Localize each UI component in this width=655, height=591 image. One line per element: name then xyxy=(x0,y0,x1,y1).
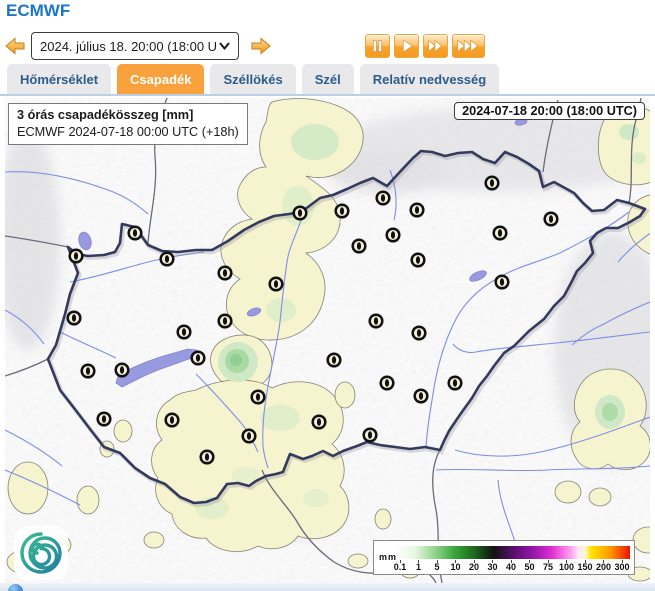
chevron-down-icon xyxy=(217,42,238,50)
legend-tick-label: 30 xyxy=(487,562,497,572)
station-symbol xyxy=(116,364,129,377)
next-time-button[interactable] xyxy=(249,34,273,58)
play-icon xyxy=(395,34,418,58)
station-symbol xyxy=(377,192,390,205)
station-symbol xyxy=(413,327,426,340)
station-symbol xyxy=(313,416,326,429)
parameter-tabs: Hőmérséklet Csapadék Széllökés Szél Rela… xyxy=(0,63,655,96)
station-symbol xyxy=(270,278,283,291)
legend-tick-label: 300 xyxy=(614,562,629,572)
legend-tick-label: 40 xyxy=(506,562,516,572)
arrow-right-icon xyxy=(249,34,273,58)
station-symbol xyxy=(129,227,142,240)
tab-temperature[interactable]: Hőmérséklet xyxy=(7,64,111,94)
legend-tick-label: 50 xyxy=(524,562,534,572)
skip-to-end-button[interactable] xyxy=(452,34,485,58)
info-box-title: 3 órás csapadékösszeg [mm] xyxy=(17,107,239,124)
station-symbol xyxy=(496,276,509,289)
tab-precipitation[interactable]: Csapadék xyxy=(117,64,204,94)
legend-tick-label: 5 xyxy=(434,562,439,572)
datetime-select[interactable]: 2024. július 18. 20:00 (18:00 UTC) xyxy=(31,32,239,60)
info-box: 3 órás csapadékösszeg [mm] ECMWF 2024-07… xyxy=(8,103,248,145)
legend-gradient-bar xyxy=(396,546,630,559)
station-symbol xyxy=(192,352,205,365)
pause-button[interactable] xyxy=(365,34,390,58)
station-symbol xyxy=(449,377,462,390)
tab-wind[interactable]: Szél xyxy=(302,64,354,94)
tab-relative-humidity[interactable]: Relatív nedvesség xyxy=(360,64,499,94)
station-symbol xyxy=(243,430,256,443)
station-symbol xyxy=(166,414,179,427)
legend-tick-label: 1 xyxy=(416,562,421,572)
station-symbol xyxy=(70,250,83,263)
legend-tick-label: 200 xyxy=(596,562,611,572)
station-symbol xyxy=(68,312,81,325)
fast-forward-button[interactable] xyxy=(423,34,448,58)
timestamp-badge: 2024-07-18 20:00 (18:00 UTC) xyxy=(454,102,645,120)
station-symbol xyxy=(411,204,424,217)
station-symbol xyxy=(353,240,366,253)
station-symbol xyxy=(494,227,507,240)
station-symbol xyxy=(98,413,111,426)
station-symbol xyxy=(252,391,265,404)
station-symbol xyxy=(370,315,383,328)
station-symbol xyxy=(219,315,232,328)
station-symbol xyxy=(364,429,377,442)
precip-legend: mm 0.1 1 5 10 20 30 40 50 75 100150 200300 xyxy=(373,540,635,575)
station-symbol xyxy=(178,326,191,339)
station-symbol xyxy=(294,207,307,220)
legend-tick-label: 100 xyxy=(559,562,574,572)
met-logo xyxy=(14,526,68,580)
play-button[interactable] xyxy=(394,34,419,58)
station-symbol xyxy=(387,229,400,242)
skip-to-end-icon xyxy=(453,34,484,58)
legend-tick-label: 20 xyxy=(469,562,479,572)
arrow-left-icon xyxy=(3,34,27,58)
legend-tick-label: 75 xyxy=(543,562,553,572)
map-svg xyxy=(5,98,650,583)
info-box-subtitle: ECMWF 2024-07-18 00:00 UTC (+18h) xyxy=(17,124,239,141)
legend-tick-label: 10 xyxy=(450,562,460,572)
ecmwf-forecast-page: ECMWF 2024. július 18. 20:00 (18:00 UTC) xyxy=(0,0,655,591)
station-symbol xyxy=(486,177,499,190)
page-title: ECMWF xyxy=(6,1,70,21)
forecast-map: 3 órás csapadékösszeg [mm] ECMWF 2024-07… xyxy=(5,98,650,583)
bottom-strip xyxy=(0,583,655,591)
pause-icon xyxy=(366,34,389,58)
station-symbol xyxy=(412,254,425,267)
station-symbol xyxy=(336,205,349,218)
station-symbol xyxy=(328,354,341,367)
datetime-value: 2024. július 18. 20:00 (18:00 UTC) xyxy=(32,39,217,54)
legend-unit: mm xyxy=(379,552,397,562)
station-symbol xyxy=(161,253,174,266)
tab-wind-gust[interactable]: Széllökés xyxy=(210,64,295,94)
station-symbol xyxy=(545,213,558,226)
station-symbol xyxy=(415,390,428,403)
legend-tick-label: 150 xyxy=(577,562,592,572)
station-symbol xyxy=(82,365,95,378)
station-symbol xyxy=(219,267,232,280)
station-symbol xyxy=(201,451,214,464)
prev-time-button[interactable] xyxy=(3,34,27,58)
fast-forward-icon xyxy=(424,34,447,58)
time-toolbar: 2024. július 18. 20:00 (18:00 UTC) xyxy=(3,31,485,61)
animation-player xyxy=(365,34,485,58)
station-symbol xyxy=(381,377,394,390)
legend-tick-label: 0.1 xyxy=(394,562,407,572)
